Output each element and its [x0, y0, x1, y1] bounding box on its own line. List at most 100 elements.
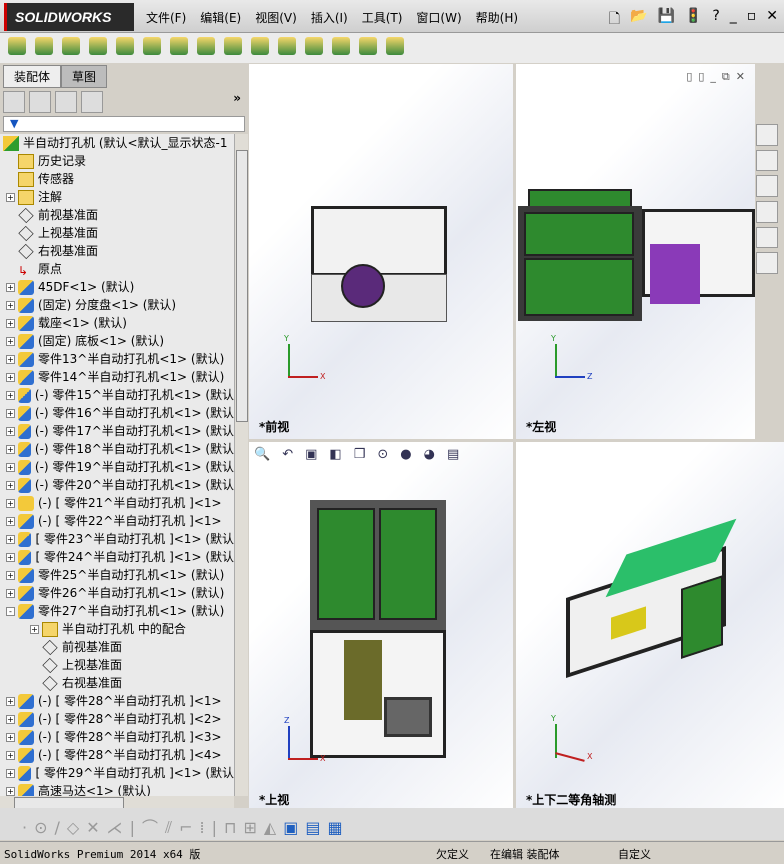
feature-tree-icon[interactable] — [3, 91, 25, 113]
expand-toggle[interactable]: + — [6, 390, 15, 400]
tree-item[interactable]: + 载座<1> (默认) — [0, 314, 234, 332]
tree-item[interactable]: + 零件26^半自动打孔机<1> (默认) — [0, 584, 234, 602]
expand-toggle[interactable]: + — [6, 426, 15, 436]
menu-tools[interactable]: 工具(T) — [362, 9, 403, 26]
viewport-front[interactable]: YX *前视 — [249, 64, 513, 439]
tool-icon[interactable] — [251, 37, 269, 55]
tree-item[interactable]: + (-) [ 零件22^半自动打孔机 ]<1> — [0, 512, 234, 530]
scroll-thumb[interactable] — [236, 150, 248, 422]
tree-item[interactable]: + 高速马达<1> (默认) — [0, 782, 234, 796]
expand-toggle[interactable]: + — [6, 498, 15, 508]
tool-icon[interactable] — [89, 37, 107, 55]
expand-toggle[interactable]: + — [6, 300, 15, 310]
custom-properties-icon[interactable] — [756, 252, 778, 275]
library-icon[interactable] — [756, 149, 778, 172]
status-units[interactable]: 自定义 — [618, 846, 651, 862]
tree-item[interactable]: + (-) 零件17^半自动打孔机<1> (默认 — [0, 422, 234, 440]
home-icon[interactable] — [756, 124, 778, 146]
vertical-scrollbar[interactable] — [234, 134, 248, 796]
tree-item[interactable]: + (-) [ 零件28^半自动打孔机 ]<3> — [0, 728, 234, 746]
expand-toggle[interactable]: + — [30, 624, 39, 634]
expand-toggle[interactable]: + — [6, 552, 15, 562]
rebuild-icon[interactable]: 🚦 — [685, 8, 702, 32]
expand-toggle[interactable]: + — [6, 570, 15, 580]
expand-toggle[interactable]: + — [6, 750, 15, 760]
expand-toggle[interactable]: + — [6, 588, 15, 598]
restore-icon[interactable]: ▫ — [747, 8, 757, 32]
tree-item[interactable]: + (-) 零件18^半自动打孔机<1> (默认 — [0, 440, 234, 458]
expand-toggle[interactable]: + — [6, 768, 15, 778]
menu-window[interactable]: 窗口(W) — [416, 9, 461, 26]
tree-item[interactable]: + 零件14^半自动打孔机<1> (默认) — [0, 368, 234, 386]
view-orientation-icon[interactable]: ◧ — [329, 447, 341, 462]
tree-item[interactable]: 右视基准面 — [0, 242, 234, 260]
tool-icon[interactable] — [278, 37, 296, 55]
tree-item[interactable]: 历史记录 — [0, 152, 234, 170]
appearance-icon[interactable]: ● — [400, 447, 411, 462]
hide-show-icon[interactable]: ⊙ — [377, 447, 388, 462]
help-icon[interactable]: ? — [712, 8, 719, 32]
configuration-icon[interactable] — [55, 91, 77, 113]
expand-toggle[interactable]: + — [6, 516, 15, 526]
viewport-top[interactable]: ZX *上视 — [249, 442, 513, 812]
tree-item[interactable]: + (-) 零件15^半自动打孔机<1> (默认 — [0, 386, 234, 404]
property-manager-icon[interactable] — [29, 91, 51, 113]
tree-item[interactable]: + 半自动打孔机 中的配合 — [0, 620, 234, 638]
expand-toggle[interactable]: + — [6, 408, 15, 418]
tool-icon[interactable] — [62, 37, 80, 55]
expand-toggle[interactable]: + — [6, 714, 15, 724]
tree-item[interactable]: 前视基准面 — [0, 638, 234, 656]
funnel-icon[interactable]: ▼ — [10, 117, 18, 130]
tree-item[interactable]: + [ 零件29^半自动打孔机 ]<1> (默认 — [0, 764, 234, 782]
tool-icon[interactable] — [197, 37, 215, 55]
viewport-left[interactable]: ▯▯_⧉✕ YZ *左视 — [516, 64, 755, 439]
zoom-icon[interactable]: 🔍 — [254, 447, 270, 462]
tab-sketch[interactable]: 草图 — [61, 65, 108, 88]
expand-toggle[interactable]: - — [6, 606, 15, 616]
tool-icon[interactable] — [143, 37, 161, 55]
tree-item[interactable]: + (-) [ 零件28^半自动打孔机 ]<2> — [0, 710, 234, 728]
tool-icon[interactable] — [386, 37, 404, 55]
expand-toggle[interactable]: + — [6, 480, 15, 490]
display-manager-icon[interactable] — [81, 91, 103, 113]
section-view-icon[interactable]: ▣ — [305, 447, 317, 462]
menu-insert[interactable]: 插入(I) — [311, 9, 348, 26]
tree-item[interactable]: 传感器 — [0, 170, 234, 188]
save-icon[interactable]: 💾 — [657, 8, 674, 32]
previous-view-icon[interactable]: ↶ — [282, 447, 293, 462]
expand-toggle[interactable]: + — [6, 372, 15, 382]
view-settings-icon[interactable]: ▤ — [447, 447, 459, 462]
menu-view[interactable]: 视图(V) — [255, 9, 297, 26]
viewport-controls[interactable]: ▯▯_⧉✕ — [686, 70, 751, 84]
expand-toggle[interactable]: + — [6, 732, 15, 742]
tab-assembly[interactable]: 装配体 — [3, 65, 62, 88]
menu-edit[interactable]: 编辑(E) — [200, 9, 241, 26]
expand-toggle[interactable]: + — [6, 192, 15, 202]
close-icon[interactable]: ✕ — [766, 8, 778, 32]
expand-toggle[interactable]: + — [6, 336, 15, 346]
expand-toggle[interactable]: + — [6, 282, 15, 292]
tool-icon[interactable] — [170, 37, 188, 55]
tree-item[interactable]: 上视基准面 — [0, 224, 234, 242]
tree-item[interactable]: - 零件27^半自动打孔机<1> (默认) — [0, 602, 234, 620]
tree-item[interactable]: + (-) [ 零件28^半自动打孔机 ]<4> — [0, 746, 234, 764]
tool-icon[interactable] — [332, 37, 350, 55]
tree-item[interactable]: + (-) 零件16^半自动打孔机<1> (默认 — [0, 404, 234, 422]
tree-item[interactable]: ↳ 原点 — [0, 260, 234, 278]
folder-icon[interactable] — [756, 175, 778, 198]
menu-help[interactable]: 帮助(H) — [476, 9, 518, 26]
tree-item[interactable]: + 注解 — [0, 188, 234, 206]
display-style-icon[interactable]: ❒ — [354, 447, 366, 462]
tool-icon[interactable] — [116, 37, 134, 55]
new-icon[interactable]: 🗋 — [609, 8, 620, 32]
tree-item[interactable]: + (-) [ 零件21^半自动打孔机 ]<1> — [0, 494, 234, 512]
tree-item[interactable]: + [ 零件24^半自动打孔机 ]<1> (默认 — [0, 548, 234, 566]
tree-item[interactable]: +45DF<1> (默认) — [0, 278, 234, 296]
view-icon[interactable]: ▣▤▦ — [283, 818, 349, 837]
tree-item[interactable]: + (-) 零件19^半自动打孔机<1> (默认 — [0, 458, 234, 476]
tool-icon[interactable] — [35, 37, 53, 55]
tree-item[interactable]: + [ 零件23^半自动打孔机 ]<1> (默认 — [0, 530, 234, 548]
tool-icon[interactable] — [359, 37, 377, 55]
tool-icon[interactable] — [305, 37, 323, 55]
expand-toggle[interactable]: + — [6, 354, 15, 364]
